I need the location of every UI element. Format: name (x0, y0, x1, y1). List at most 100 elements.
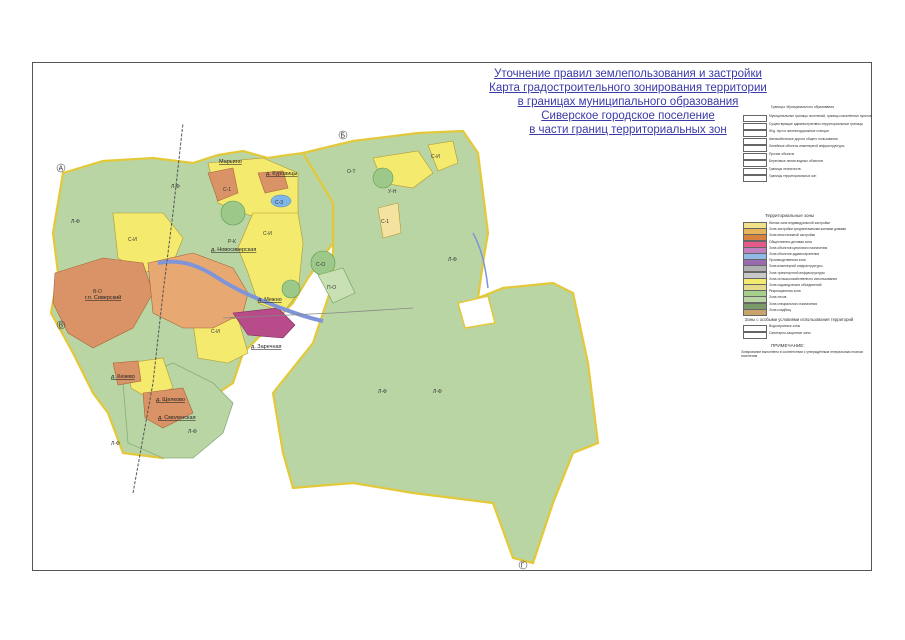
legend-boundaries-swatch (743, 145, 767, 152)
label-lf-bottomleft: Л-Ф (111, 441, 120, 447)
town-mezhno: д. Межно (258, 297, 282, 303)
label-si-south: С-И (211, 329, 220, 335)
sanitary-zone-4[interactable] (281, 279, 301, 299)
title-line-5: в части границ территориальных зон (529, 124, 727, 136)
note-text: Зонирование выполнено в соответствии с у… (741, 350, 863, 358)
label-s1-east: С-1 (381, 219, 389, 225)
section-marker-g: Г (518, 560, 528, 570)
legend-zones-label: Зона многоэтажной застройки (769, 233, 816, 238)
label-lf-east: Л-Ф (448, 257, 457, 263)
legend-boundaries-swatch (743, 115, 767, 122)
legend-boundaries-label: Автомобильные дороги общего пользования (769, 136, 838, 141)
legend-special-label: Водоохранные зоны (769, 324, 801, 328)
label-po: П-О (327, 285, 336, 291)
sanitary-zone-1[interactable] (220, 200, 246, 226)
svg-text:Б: Б (341, 133, 346, 140)
legend-zones-label: Зона объектов культового назначения (769, 245, 828, 250)
legend-zones-label: Зона транспортной инфраструктуры (769, 270, 825, 275)
section-marker-b: Б (338, 130, 348, 140)
label-s3: С-3 (275, 200, 283, 206)
label-si-northeast: С-И (431, 154, 440, 160)
legend-zones-label: Зона кладбищ (769, 307, 791, 312)
legend-zones-label: Зона специального назначения (769, 301, 818, 306)
legend-zones-label: Производственная зона (769, 258, 806, 263)
town-kezevo: д. Кезево (111, 374, 135, 380)
legend-zones-label: Зона лесов (769, 295, 787, 300)
legend-zones-row: Зона садоводческих объединений (741, 283, 865, 291)
legend-special-row: Санитарно-защитные зоны (741, 330, 865, 339)
legend-boundaries-row: Береговые линии водных объектов (741, 159, 865, 167)
title-line-3: в границах муниципального образования (517, 96, 739, 108)
legend-boundaries-row: Автомобильные дороги общего пользования (741, 136, 865, 145)
legend-zones: Территориальные зоны Жилая зона индивиду… (741, 213, 865, 316)
label-si-center: С-И (263, 231, 272, 237)
label-s1-north: С-1 (223, 187, 231, 193)
title-line-2: Карта градостроительного зонирования тер… (489, 82, 767, 94)
town-zarechnaya: д. Заречная (251, 344, 282, 350)
legend-zones-row: Зона специального назначения (741, 301, 865, 310)
legend-boundaries-header: Границы: Муниципального образования (771, 105, 835, 109)
label-ot: О-Т (347, 169, 356, 175)
legend-boundaries-row: Муниципальные границы поселений, границы… (741, 114, 872, 122)
title-line-1: Уточнение правил землепользования и заст… (494, 68, 762, 80)
svg-text:В: В (59, 323, 64, 330)
legend-zones-label: Зона садоводческих объединений (769, 283, 822, 287)
town-shchelkovo: д. Щелково (156, 397, 185, 403)
map-title: Уточнение правил землепользования и заст… (473, 67, 783, 137)
town-siverskiy: г.п. Сиверский (85, 294, 121, 301)
legend-boundaries-row: Границы территориальных зон (741, 174, 865, 182)
legend-boundaries-swatch (743, 130, 767, 137)
town-kurovitsy: д. Куровицы (266, 171, 297, 177)
legend-zones-label: Зона инженерной инфраструктуры (769, 264, 823, 269)
legend-boundaries: Границы: Муниципального образования Муни… (741, 105, 872, 185)
legend-boundaries-row: Существующие административно-территориал… (741, 121, 865, 130)
svg-text:Г: Г (521, 563, 525, 570)
label-lf-southeast: Л-Ф (378, 389, 387, 395)
label-lf-south-right: Л-Ф (433, 389, 442, 395)
title-line-4: Сиверское городское поселение (541, 110, 715, 122)
legend-boundaries-swatch (743, 175, 767, 182)
legend-zones-row: Рекреационная зона (741, 289, 865, 298)
town-marino: Марьино (219, 159, 242, 165)
legend-boundaries-row: Границы лесничеств (741, 166, 865, 175)
legend-zones-label: Зона сельскохозяйственного использования (769, 276, 837, 281)
legend-special-swatch (743, 331, 767, 339)
section-marker-a: А (56, 163, 66, 173)
legend-boundaries-swatch (743, 122, 767, 130)
legend-boundaries-swatch (743, 152, 767, 160)
legend-boundaries-row: Линейные объекты инженерной инфраструкту… (741, 144, 865, 152)
residential-zone-mezhno[interactable] (112, 360, 142, 386)
legend-boundaries-label: Границы лесничеств (769, 166, 801, 171)
legend-special-header: Зоны с особыми условиями использования т… (745, 317, 854, 322)
legend-boundaries-row: Прочие объекты (741, 151, 865, 160)
legend-boundaries-label: Береговые линии водных объектов (769, 159, 823, 163)
label-lf-west: Л-Ф (71, 219, 80, 225)
label-so: С-О (316, 262, 325, 268)
legend-boundaries-row: Ж/д. пути и железнодорожные станции (741, 129, 865, 137)
legend-zones-header: Территориальные зоны (765, 213, 815, 218)
legend-boundaries-label: Прочие объекты (769, 151, 795, 156)
legend-zones-label: Зона объектов здравоохранения (769, 252, 820, 256)
legend-special-label: Санитарно-защитные зоны (769, 330, 811, 335)
legend-zones-label: Рекреационная зона (769, 289, 801, 294)
sanitary-zone-3[interactable] (372, 167, 394, 189)
legend-boundaries-swatch (743, 167, 767, 175)
label-un: У-Н (388, 189, 397, 195)
legend-boundaries-swatch (743, 160, 767, 167)
svg-text:А: А (59, 166, 64, 173)
legend-boundaries-label: Линейные объекты инженерной инфраструкту… (769, 144, 845, 148)
legend-special: Зоны с особыми условиями использования т… (741, 317, 865, 339)
label-lf-northwest: Л-Ф (171, 184, 180, 190)
label-si-west: С-И (128, 237, 137, 243)
legend-boundaries-swatch (743, 137, 767, 145)
legend-boundaries-label: Существующие административно-территориал… (769, 121, 863, 126)
legend-zones-label: Зона застройки среднеэтажными жилыми дом… (769, 227, 847, 232)
label-rk: Р-К (228, 239, 236, 245)
legend-boundaries-label: Муниципальные границы поселений, границы… (769, 114, 872, 118)
legend-zones-label: Жилая зона индивидуальной застройки (769, 221, 830, 225)
legend-zones-label: Общественно-деловая зона (769, 239, 812, 244)
label-lf-southwest: Л-Ф (188, 429, 197, 435)
legend-boundaries-label: Границы территориальных зон (769, 174, 817, 178)
note-header: ПРИМЕЧАНИЕ: (771, 343, 805, 348)
town-novoseverskaya: д. Новосиверская (211, 247, 256, 253)
